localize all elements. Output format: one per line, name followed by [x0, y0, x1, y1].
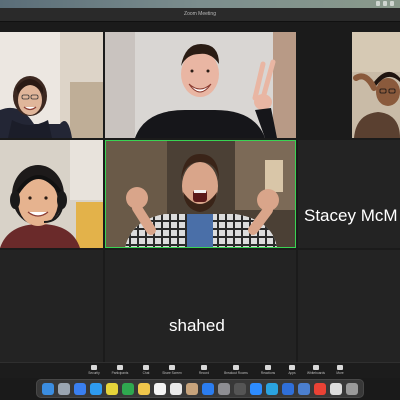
- contacts-icon[interactable]: [186, 383, 198, 395]
- control-label: Whiteboards: [307, 371, 325, 375]
- control-label: Apps: [288, 371, 296, 375]
- battery-icon[interactable]: [390, 1, 394, 6]
- share-screen-icon: [169, 365, 175, 370]
- window-titlebar: Zoom Meeting: [0, 8, 400, 22]
- control-label: Reactions: [260, 371, 276, 375]
- mac-menu-bar: [0, 0, 400, 8]
- video-tile-stacey[interactable]: Stacey McM: [298, 140, 400, 248]
- status-icons: [376, 1, 394, 6]
- macos-dock: [36, 379, 364, 398]
- chat-button[interactable]: Chat: [134, 364, 158, 378]
- video-tile-man-partial[interactable]: [352, 32, 400, 138]
- video-tile-man-shouting[interactable]: [105, 140, 296, 248]
- participant-name: shahed: [169, 316, 225, 335]
- notes-icon[interactable]: [138, 383, 150, 395]
- video-tile-empty-right: [298, 250, 400, 362]
- screens-icon[interactable]: [282, 383, 294, 395]
- control-label: Share Screen: [162, 371, 182, 375]
- more-button[interactable]: More: [328, 364, 352, 378]
- video-man-partial: [352, 32, 400, 138]
- video-tile-woman-headset[interactable]: [0, 140, 103, 248]
- record-icon: [201, 365, 207, 370]
- reactions-button[interactable]: Reactions: [256, 364, 280, 378]
- more-icon: [337, 365, 343, 370]
- control-label: More: [336, 371, 344, 375]
- finder-icon[interactable]: [42, 383, 54, 395]
- wifi-icon[interactable]: [376, 1, 380, 6]
- video-grid: Stacey McM shahed: [0, 22, 400, 362]
- reactions-icon: [265, 365, 271, 370]
- control-label: Breakout Rooms: [224, 371, 248, 375]
- video-woman-headset: [0, 140, 103, 248]
- video-tile-woman-glasses[interactable]: [0, 32, 103, 138]
- apps-button[interactable]: Apps: [280, 364, 304, 378]
- share-screen-button[interactable]: Share Screen: [160, 364, 184, 378]
- chat-icon: [143, 365, 149, 370]
- trash-icon[interactable]: [346, 383, 358, 395]
- shield-icon: [91, 365, 97, 370]
- record-button[interactable]: Record: [192, 364, 216, 378]
- launchpad-icon[interactable]: [58, 383, 70, 395]
- video-man-shouting: [105, 140, 296, 248]
- document-icon[interactable]: [330, 383, 342, 395]
- finder-window-icon[interactable]: [298, 383, 310, 395]
- whiteboard-icon: [313, 365, 319, 370]
- photos-icon[interactable]: [106, 383, 118, 395]
- safari-icon[interactable]: [90, 383, 102, 395]
- calculator-icon[interactable]: [234, 383, 246, 395]
- participants-button[interactable]: Participants: [108, 364, 132, 378]
- meeting-controls: Security Participants Chat Share Screen Reco…: [0, 362, 400, 378]
- breakout-rooms-icon: [233, 365, 239, 370]
- breakout-rooms-button[interactable]: Breakout Rooms: [224, 364, 248, 378]
- preview-icon[interactable]: [170, 383, 182, 395]
- participant-name: Stacey McM: [304, 206, 398, 225]
- control-label: Participants: [111, 371, 129, 375]
- video-tile-shahed[interactable]: shahed: [105, 250, 296, 362]
- control-label: Security: [88, 371, 100, 375]
- control-label: Chat: [142, 371, 150, 375]
- video-tile-empty-left: [0, 250, 103, 362]
- window-title: Zoom Meeting: [184, 11, 216, 17]
- zoom-icon[interactable]: [250, 383, 262, 395]
- control-label: Record: [198, 371, 210, 375]
- security-button[interactable]: Security: [82, 364, 106, 378]
- chrome-icon[interactable]: [314, 383, 326, 395]
- mail-icon[interactable]: [74, 383, 86, 395]
- settings-icon[interactable]: [218, 383, 230, 395]
- app-store-icon[interactable]: [202, 383, 214, 395]
- numbers-icon[interactable]: [122, 383, 134, 395]
- control-center-icon[interactable]: [383, 1, 387, 6]
- apps-icon: [289, 365, 295, 370]
- screen: Zoom Meeting Stacey McM shahed Security …: [0, 0, 400, 400]
- video-woman-glasses: [0, 32, 103, 138]
- participants-icon: [117, 365, 123, 370]
- telegram-icon[interactable]: [266, 383, 278, 395]
- calendar-icon[interactable]: [154, 383, 166, 395]
- video-tile-man-peace[interactable]: [105, 32, 296, 138]
- video-man-peace: [105, 32, 296, 138]
- whiteboards-button[interactable]: Whiteboards: [304, 364, 328, 378]
